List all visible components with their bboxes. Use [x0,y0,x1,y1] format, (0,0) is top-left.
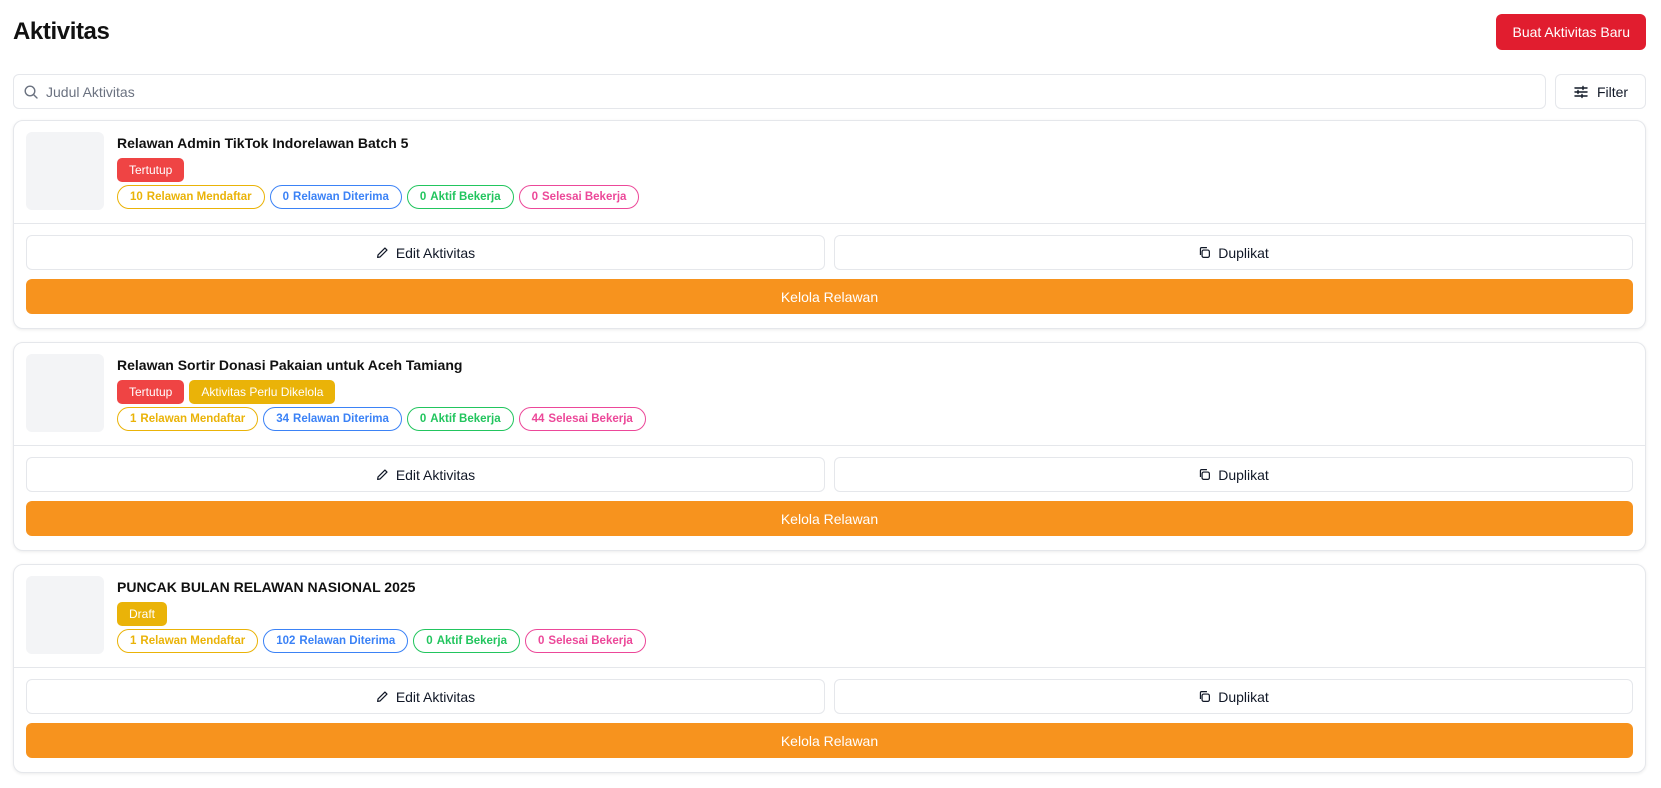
stat-active-count: 0 [419,191,427,203]
stat-active-label: Aktif Bekerja [436,635,507,647]
stat-done: 0 Selesai Bekerja [518,185,640,209]
stat-accepted-count: 102 [276,635,296,647]
duplicate-button[interactable]: Duplikat [834,235,1633,270]
create-activity-button[interactable]: Buat Aktivitas Baru [1496,14,1646,50]
stat-accepted-label: Relawan Diterima [293,413,389,425]
stat-done-label: Selesai Bekerja [548,413,633,425]
stat-registered-label: Relawan Mendaftar [146,191,252,203]
stat-accepted-count: 0 [282,191,290,203]
stat-done-label: Selesai Bekerja [548,635,633,647]
activity-title: Relawan Sortir Donasi Pakaian untuk Aceh… [117,357,463,373]
manage-volunteers-button[interactable]: Kelola Relawan [26,501,1633,536]
activity-card: PUNCAK BULAN RELAWAN NASIONAL 2025 Draft… [13,564,1646,773]
stat-accepted-count: 34 [276,413,290,425]
volunteer-stats: 1 Relawan Mendaftar 102 Relawan Diterima… [117,629,646,653]
activity-title: PUNCAK BULAN RELAWAN NASIONAL 2025 [117,579,416,595]
activity-card-info: Relawan Sortir Donasi Pakaian untuk Aceh… [14,343,1645,446]
stat-done-label: Selesai Bekerja [542,191,627,203]
status-badges: Tertutup [117,158,185,182]
sliders-icon [1574,85,1588,98]
duplicate-label: Duplikat [1218,688,1269,705]
stat-registered-label: Relawan Mendaftar [140,635,246,647]
card-actions: Edit Aktivitas Duplikat [26,235,1633,270]
stat-done-count: 0 [538,635,545,647]
stat-accepted-label: Relawan Diterima [299,635,396,647]
copy-icon [1200,469,1211,480]
pencil-icon [376,247,388,258]
stat-registered: 1 Relawan Mendaftar [117,629,259,653]
search-bar: Filter [13,74,1646,109]
stat-registered: 10 Relawan Mendaftar [117,185,265,209]
page-title: Aktivitas [13,18,110,45]
status-badges: Tertutup Aktivitas Perlu Dikelola [117,380,336,404]
stat-active: 0 Aktif Bekerja [406,185,514,209]
status-badge-closed: Tertutup [117,380,185,404]
activities-page: Aktivitas Buat Aktivitas Baru Filter [0,0,1661,788]
activity-card: Relawan Sortir Donasi Pakaian untuk Aceh… [13,342,1646,551]
search-input[interactable] [14,75,1545,108]
status-badges: Draft [117,602,168,626]
pencil-icon [376,469,388,480]
volunteer-stats: 10 Relawan Mendaftar 0 Relawan Diterima … [117,185,640,209]
duplicate-button[interactable]: Duplikat [834,457,1633,492]
duplicate-label: Duplikat [1218,466,1269,483]
stat-registered-count: 1 [130,413,137,425]
edit-activity-label: Edit Aktivitas [395,688,476,705]
stat-active-count: 0 [419,413,427,425]
edit-activity-button[interactable]: Edit Aktivitas [26,235,825,270]
stat-registered-count: 10 [130,191,143,203]
page-header: Aktivitas Buat Aktivitas Baru [13,14,1646,50]
edit-activity-label: Edit Aktivitas [395,466,476,483]
filter-label: Filter [1596,83,1629,100]
stat-done: 44 Selesai Bekerja [518,407,646,431]
stat-done-count: 44 [531,413,545,425]
stat-accepted-label: Relawan Diterima [293,191,389,203]
search-icon [24,85,38,99]
pencil-icon [376,691,388,702]
card-actions: Edit Aktivitas Duplikat [26,457,1633,492]
activity-card-info: Relawan Admin TikTok Indorelawan Batch 5… [14,121,1645,224]
stat-done: 0 Selesai Bekerja [525,629,646,653]
stat-done-count: 0 [531,191,539,203]
activity-thumbnail [26,354,104,432]
activity-card-info: PUNCAK BULAN RELAWAN NASIONAL 2025 Draft… [14,565,1645,668]
stat-active-count: 0 [426,635,433,647]
status-badge-draft: Draft [117,602,168,626]
duplicate-button[interactable]: Duplikat [834,679,1633,714]
stat-accepted: 102 Relawan Diterima [263,629,409,653]
filter-button[interactable]: Filter [1555,74,1646,109]
card-actions: Edit Aktivitas Duplikat [26,679,1633,714]
stat-active: 0 Aktif Bekerja [406,407,514,431]
stat-registered-count: 1 [130,635,137,647]
activity-title: Relawan Admin TikTok Indorelawan Batch 5 [117,135,409,151]
status-badge-closed: Tertutup [117,158,185,182]
stat-active-label: Aktif Bekerja [430,413,501,425]
status-badge-needs-management: Aktivitas Perlu Dikelola [189,380,336,404]
volunteer-stats: 1 Relawan Mendaftar 34 Relawan Diterima … [117,407,646,431]
copy-icon [1200,247,1211,258]
stat-registered-label: Relawan Mendaftar [140,413,246,425]
stat-registered: 1 Relawan Mendaftar [117,407,259,431]
copy-icon [1200,691,1211,702]
stat-accepted: 0 Relawan Diterima [269,185,402,209]
manage-volunteers-button[interactable]: Kelola Relawan [26,279,1633,314]
activity-thumbnail [26,132,104,210]
activity-thumbnail [26,576,104,654]
duplicate-label: Duplikat [1218,244,1269,261]
edit-activity-button[interactable]: Edit Aktivitas [26,457,825,492]
stat-active: 0 Aktif Bekerja [413,629,520,653]
manage-volunteers-button[interactable]: Kelola Relawan [26,723,1633,758]
activity-card: Relawan Admin TikTok Indorelawan Batch 5… [13,120,1646,329]
stat-accepted: 34 Relawan Diterima [263,407,402,431]
stat-active-label: Aktif Bekerja [430,191,501,203]
edit-activity-button[interactable]: Edit Aktivitas [26,679,825,714]
edit-activity-label: Edit Aktivitas [395,244,476,261]
search-field [13,74,1546,109]
